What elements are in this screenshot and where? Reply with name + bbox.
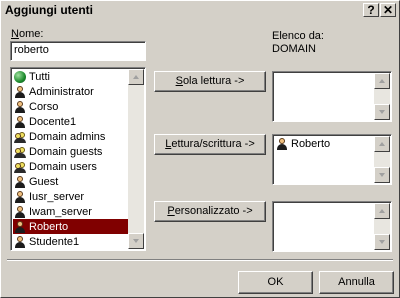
help-button[interactable]: ?	[363, 3, 379, 17]
list-item-label: Domain users	[29, 160, 97, 173]
list-item[interactable]: Iwam_server	[13, 204, 129, 219]
user-icon	[14, 85, 26, 98]
user-icon	[14, 115, 26, 128]
list-item-label: Domain admins	[29, 130, 106, 143]
list-item[interactable]: Tutti	[13, 69, 129, 84]
scroll-down-button[interactable]	[374, 167, 390, 183]
scroll-up-button[interactable]	[374, 73, 390, 89]
scroll-up-button[interactable]	[128, 69, 144, 85]
arrow-up-icon	[133, 75, 139, 79]
list-item-label: Guest	[29, 175, 59, 188]
user-icon	[14, 220, 26, 233]
list-item-label: Iusr_server	[29, 190, 85, 203]
list-item-label: Administrator	[29, 85, 94, 98]
domain-label: Elenco da:	[272, 30, 324, 42]
users-list[interactable]: Tutti Administrator Corso Docente1 Domain ad…	[10, 67, 146, 251]
read-write-button[interactable]: Lettura/scrittura ->	[154, 134, 266, 155]
list-item-label: Corso	[29, 100, 59, 113]
user-icon	[14, 205, 26, 218]
read-only-list[interactable]	[272, 71, 392, 122]
user-icon	[14, 235, 26, 248]
ok-button[interactable]: OK	[238, 271, 313, 294]
group-icon	[14, 161, 26, 173]
cancel-button[interactable]: Annulla	[319, 271, 394, 294]
list-item-label: Iwam_server	[29, 205, 92, 218]
arrow-down-icon	[379, 240, 385, 244]
list-item[interactable]: Domain users	[13, 159, 129, 174]
add-users-dialog: Aggiungi utenti ? ✕ Nome: roberto Tutti A…	[0, 0, 400, 298]
separator	[7, 259, 393, 261]
window-title: Aggiungi utenti	[5, 3, 93, 17]
group-icon	[14, 131, 26, 143]
list-item-label: Studente1	[29, 235, 80, 248]
user-icon	[14, 175, 26, 188]
custom-button[interactable]: Personalizzato ->	[154, 201, 266, 222]
list-item[interactable]: Roberto	[13, 219, 129, 234]
group-icon	[14, 146, 26, 158]
name-input[interactable]: roberto	[10, 41, 146, 61]
close-button[interactable]: ✕	[380, 3, 396, 17]
list-item[interactable]: Studente1	[13, 234, 129, 249]
globe-icon	[14, 70, 26, 83]
domain-value: DOMAIN	[272, 43, 316, 55]
user-icon	[276, 137, 288, 150]
read-only-list-scrollbar[interactable]	[374, 73, 390, 120]
arrow-down-icon	[379, 173, 385, 177]
list-item[interactable]: Guest	[13, 174, 129, 189]
list-item[interactable]: Domain admins	[13, 129, 129, 144]
list-item-label: Domain guests	[29, 145, 103, 158]
name-label: Nome:	[11, 28, 44, 40]
scroll-up-button[interactable]	[374, 136, 390, 152]
name-input-value: roberto	[14, 44, 49, 56]
title-bar: Aggiungi utenti ? ✕	[1, 1, 399, 19]
custom-list[interactable]	[272, 201, 392, 252]
user-icon	[14, 190, 26, 203]
list-item-label: Roberto	[291, 137, 331, 150]
arrow-up-icon	[379, 79, 385, 83]
custom-list-scrollbar[interactable]	[374, 203, 390, 250]
user-icon	[14, 100, 26, 113]
help-icon: ?	[367, 3, 375, 17]
users-list-scrollbar[interactable]	[128, 69, 144, 249]
list-item[interactable]: Corso	[13, 99, 129, 114]
scroll-down-button[interactable]	[374, 104, 390, 120]
list-item[interactable]: Docente1	[13, 114, 129, 129]
scroll-up-button[interactable]	[374, 203, 390, 219]
list-item-label: Tutti	[29, 70, 50, 83]
scroll-down-button[interactable]	[374, 234, 390, 250]
arrow-up-icon	[379, 209, 385, 213]
list-item[interactable]: Administrator	[13, 84, 129, 99]
scroll-down-button[interactable]	[128, 233, 144, 249]
list-item-label: Docente1	[29, 115, 77, 128]
read-write-list[interactable]: Roberto	[272, 134, 392, 185]
read-write-list-scrollbar[interactable]	[374, 136, 390, 183]
arrow-down-icon	[133, 239, 139, 243]
list-item-label: Roberto	[29, 220, 69, 233]
read-only-button[interactable]: Sola lettura ->	[154, 71, 266, 92]
list-item[interactable]: Domain guests	[13, 144, 129, 159]
arrow-up-icon	[379, 142, 385, 146]
list-item[interactable]: Iusr_server	[13, 189, 129, 204]
arrow-down-icon	[379, 110, 385, 114]
close-icon: ✕	[382, 3, 394, 17]
